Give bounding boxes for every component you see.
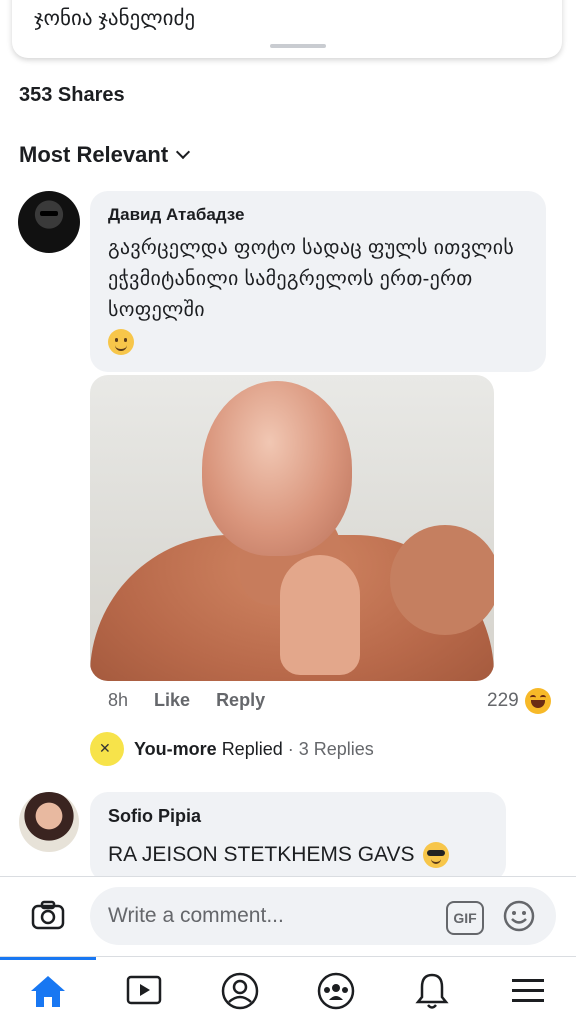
groups-icon <box>317 972 355 1010</box>
sort-label: Most Relevant <box>19 142 169 167</box>
previous-comment-card: ჯონია ჯანელიძე <box>12 0 562 58</box>
home-icon <box>31 976 65 1007</box>
nav-menu[interactable] <box>480 957 576 1025</box>
replier-avatar: ✕ <box>90 732 124 766</box>
laughing-face-icon <box>524 688 551 714</box>
comment-author[interactable]: Sofio Pipia <box>108 806 201 827</box>
nav-notifications[interactable] <box>384 957 480 1025</box>
avatar[interactable] <box>18 191 80 253</box>
video-icon <box>126 975 162 1005</box>
comment-bubble[interactable]: Sofio Pipia RA JEISON STETKHEMS GAVS <box>90 792 506 882</box>
bottom-nav <box>0 956 576 1025</box>
reply-button[interactable]: Reply <box>216 690 265 711</box>
menu-icon <box>512 979 544 1002</box>
comment-placeholder: Write a comment... <box>108 904 284 927</box>
sunglasses-face-icon <box>422 842 449 868</box>
card-author[interactable]: ჯონია ჯანელიძე <box>34 6 195 31</box>
replies-text: You-more Replied · 3 Replies <box>134 739 374 760</box>
notifications-icon <box>415 973 449 1009</box>
reaction-count: 229 <box>487 690 519 711</box>
profile-icon <box>221 972 259 1010</box>
comment-composer: Write a comment... GIF <box>0 876 576 957</box>
nav-profile[interactable] <box>192 957 288 1025</box>
comment-text-block: გავრცელდა ფოტო სადაც ფულს ითვლის ეჭვმიტა… <box>108 233 538 357</box>
like-button[interactable]: Like <box>154 690 190 711</box>
chevron-down-icon <box>176 144 191 160</box>
shares-count[interactable]: 353 Shares <box>19 84 125 107</box>
nav-video[interactable] <box>96 957 192 1025</box>
comment-text: RA JEISON STETKHEMS GAVS <box>108 843 415 866</box>
replier-name: You-more <box>134 738 217 759</box>
nav-home[interactable] <box>0 957 96 1025</box>
grinning-face-icon <box>108 328 134 355</box>
reaction-summary[interactable]: 229 <box>487 688 551 714</box>
drag-handle[interactable] <box>270 44 326 48</box>
reply-count: 3 Replies <box>298 738 374 759</box>
comment-author[interactable]: Давид Атабадзе <box>108 205 244 225</box>
comment-photo[interactable] <box>90 375 494 681</box>
comment-time[interactable]: 8h <box>108 690 128 711</box>
comment-text: გავრცელდა ფოტო სადაც ფულს ითვლის ეჭვმიტა… <box>108 237 515 321</box>
avatar[interactable] <box>19 792 79 852</box>
comment-text-row: RA JEISON STETKHEMS GAVS <box>108 842 449 868</box>
comment-input[interactable]: Write a comment... GIF <box>90 887 556 945</box>
sort-dropdown[interactable]: Most Relevant <box>19 142 191 168</box>
gif-button[interactable]: GIF <box>446 901 484 935</box>
separator: · <box>287 738 294 759</box>
replied-action: Replied <box>221 738 283 759</box>
camera-icon[interactable] <box>30 897 66 933</box>
comment-bubble[interactable]: Давид Атабадзе გავრცელდა ფოტო სადაც ფულს… <box>90 191 546 372</box>
nav-groups[interactable] <box>288 957 384 1025</box>
comment-actions: 8h Like Reply <box>108 690 265 711</box>
replies-link[interactable]: ✕ You-more Replied · 3 Replies <box>90 732 374 766</box>
emoji-icon[interactable] <box>502 899 536 933</box>
